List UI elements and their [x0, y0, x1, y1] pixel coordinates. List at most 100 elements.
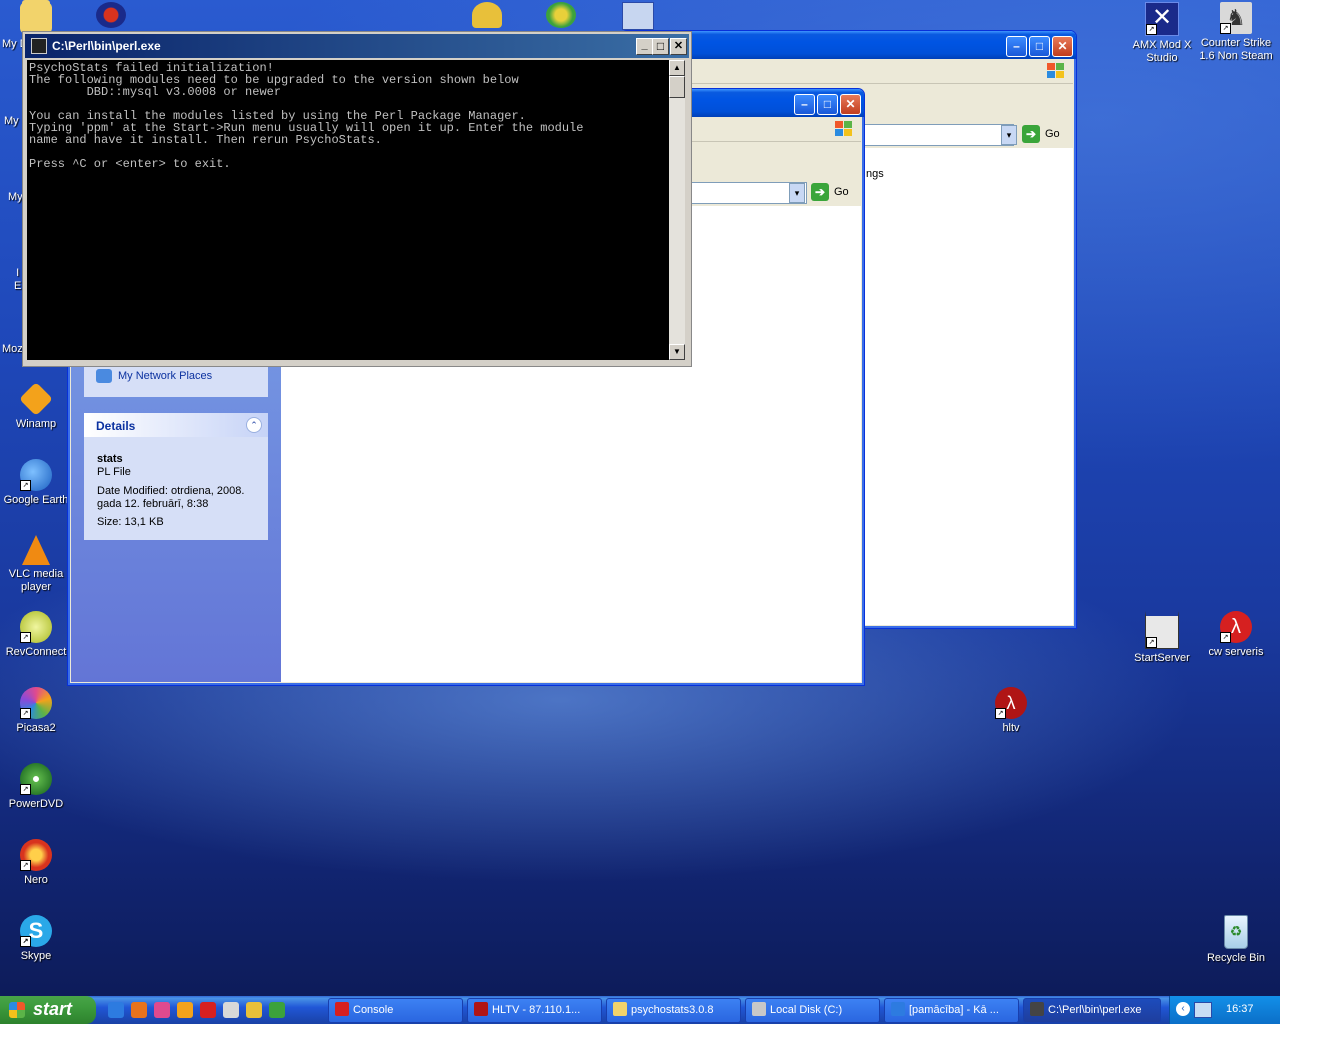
firefox-quicklaunch-icon[interactable] — [131, 1002, 147, 1018]
ie-quicklaunch-icon[interactable] — [108, 1002, 124, 1018]
details-header[interactable]: Details ⌃ — [84, 413, 268, 437]
desktop-icon-top-2[interactable] — [96, 2, 126, 28]
console-titlebar[interactable]: C:\Perl\bin\perl.exe _ □ ✕ — [25, 34, 689, 58]
picasa-icon: ↗ — [20, 687, 52, 719]
desktop-icon-google-earth[interactable]: ↗ Google Earth — [0, 459, 74, 507]
folder-item-label: ngs — [866, 168, 884, 180]
taskbar-button[interactable]: C:\Perl\bin\perl.exe — [1023, 998, 1161, 1023]
my-network-places-link[interactable]: My Network Places — [118, 370, 212, 382]
start-button[interactable]: start — [0, 996, 96, 1024]
desktop-icon-recycle-bin[interactable]: ♻ Recycle Bin — [1198, 915, 1274, 965]
desktop-icon-label: Picasa2 — [16, 722, 56, 734]
desktop-icon-top-4[interactable] — [546, 2, 576, 28]
desktop-icon-label: cw serveris — [1208, 646, 1264, 658]
maximize-button[interactable]: □ — [1029, 36, 1050, 57]
desktop-icon-label: Counter Strike 1.6 Non Steam — [1199, 37, 1273, 62]
collapse-chevron-icon[interactable]: ⌃ — [246, 417, 262, 433]
file-type: PL File — [97, 466, 131, 478]
details-box: Details ⌃ stats PL File Date Modified: o… — [84, 413, 268, 540]
console-line: Press ^C or <enter> to exit. — [29, 157, 231, 171]
taskbar-app-icon — [1030, 1002, 1044, 1016]
media-quicklaunch-icon[interactable] — [223, 1002, 239, 1018]
network-quicklaunch-icon[interactable] — [246, 1002, 262, 1018]
taskbar-button-label: psychostats3.0.8 — [631, 1004, 714, 1016]
console-window-icon — [31, 38, 47, 54]
desktop: My D My My I E Moz Winamp ↗ Google Earth… — [0, 0, 1280, 1024]
file-size: Size: 13,1 KB — [97, 516, 164, 528]
desktop-icon-label: RevConnect — [5, 646, 67, 658]
taskbar-button-label: HLTV - 87.110.1... — [492, 1004, 581, 1016]
desktop-icon-winamp[interactable]: Winamp — [0, 382, 74, 431]
go-arrow-icon[interactable]: ➔ — [1022, 125, 1040, 143]
hltv-icon: λ ↗ — [995, 687, 1027, 719]
desktop-icon-label: AMX Mod X Studio — [1132, 39, 1192, 64]
address-dropdown[interactable]: ▾ — [789, 183, 805, 203]
taskbar-app-icon — [613, 1002, 627, 1016]
desktop-icon-label: Nero — [24, 874, 48, 886]
taskbar-button[interactable]: Local Disk (C:) — [745, 998, 880, 1023]
desktop-icon-label: My — [8, 191, 23, 203]
close-button[interactable]: ✕ — [670, 38, 687, 55]
maximize-button[interactable]: □ — [817, 94, 838, 115]
taskbar-app-icon — [752, 1002, 766, 1016]
taskbar-button-label: Local Disk (C:) — [770, 1004, 843, 1016]
go-button[interactable]: Go — [1045, 128, 1060, 140]
console-line: DBD::mysql v3.0008 or newer — [29, 85, 282, 99]
console-window[interactable]: C:\Perl\bin\perl.exe _ □ ✕ PsychoStats f… — [22, 31, 692, 367]
close-button[interactable]: ✕ — [840, 94, 861, 115]
desktop-icon-hltv[interactable]: λ ↗ hltv — [973, 687, 1049, 735]
desktop-icon-top-3[interactable] — [472, 2, 502, 28]
halflife-quicklaunch-icon[interactable] — [200, 1002, 216, 1018]
scroll-down-button[interactable]: ▼ — [669, 344, 685, 360]
desktop-icon-nero[interactable]: ↗ Nero — [0, 839, 74, 887]
nero-icon: ↗ — [20, 839, 52, 871]
picasa-quicklaunch-icon[interactable] — [154, 1002, 170, 1018]
taskbar-app-icon — [335, 1002, 349, 1016]
desktop-icon-picasa[interactable]: ↗ Picasa2 — [0, 687, 74, 735]
console-line: name and have it install. Then rerun Psy… — [29, 133, 382, 147]
desktop-icon-powerdvd[interactable]: ↗ PowerDVD — [0, 763, 74, 811]
scroll-thumb[interactable] — [669, 76, 685, 98]
maximize-button[interactable]: □ — [652, 38, 669, 55]
desktop-icon-top-1[interactable] — [22, 0, 50, 24]
address-field[interactable] — [864, 124, 1014, 146]
winamp-icon — [19, 382, 53, 416]
taskbar-button[interactable]: HLTV - 87.110.1... — [467, 998, 602, 1023]
desktop-icon-counter-strike[interactable]: ♞ ↗ Counter Strike 1.6 Non Steam — [1198, 2, 1274, 63]
desktop-icon-skype[interactable]: S ↗ Skype — [0, 915, 74, 963]
taskbar-button[interactable]: [pamācība] - Kā ... — [884, 998, 1019, 1023]
desktop-icon-label: Moz — [2, 343, 23, 355]
scroll-up-button[interactable]: ▲ — [669, 60, 685, 76]
file-name: stats — [97, 453, 123, 465]
desktop-icon-startserver[interactable]: ↗ StartServer — [1124, 611, 1200, 665]
desktop-icon-label: Winamp — [15, 418, 57, 430]
desktop-icon-label: Skype — [20, 950, 52, 962]
minimize-button[interactable]: – — [794, 94, 815, 115]
taskbar-button[interactable]: Console — [328, 998, 463, 1023]
clock[interactable]: 16:37 — [1226, 1003, 1254, 1015]
taskbar: start Console HLTV - 87.110.1... psychosta… — [0, 996, 1280, 1024]
winamp-quicklaunch-icon[interactable] — [177, 1002, 193, 1018]
console-scrollbar[interactable]: ▲ ▼ — [669, 60, 685, 360]
desktop-icon-amx-mod-x-studio[interactable]: ✕ ↗ AMX Mod X Studio — [1124, 2, 1200, 65]
desktop-icon-cw-serveris[interactable]: λ ↗ cw serveris — [1198, 611, 1274, 659]
desktop-icon-vlc[interactable]: VLC media player — [0, 535, 74, 594]
recycle-bin-icon: ♻ — [1224, 915, 1248, 949]
address-dropdown[interactable]: ▾ — [1001, 125, 1017, 145]
desktop-icon-top-5[interactable] — [622, 2, 654, 30]
network-tray-icon[interactable] — [1194, 1002, 1212, 1018]
globe-quicklaunch-icon[interactable] — [269, 1002, 285, 1018]
start-label: start — [33, 999, 73, 1019]
details-title: Details — [96, 419, 136, 433]
close-button[interactable]: ✕ — [1052, 36, 1073, 57]
tray-expand-icon[interactable]: ‹ — [1176, 1002, 1190, 1016]
go-button[interactable]: Go — [834, 186, 849, 198]
counter-strike-icon: ♞ ↗ — [1220, 2, 1252, 34]
minimize-button[interactable]: _ — [636, 38, 653, 55]
go-arrow-icon[interactable]: ➔ — [811, 183, 829, 201]
desktop-icon-revconnect[interactable]: ↗ RevConnect — [0, 611, 74, 659]
minimize-button[interactable]: – — [1006, 36, 1027, 57]
file-date-modified: Date Modified: otrdiena, 2008. gada 12. … — [97, 485, 245, 510]
console-output[interactable]: PsychoStats failed initialization! The fo… — [27, 60, 669, 360]
taskbar-button[interactable]: psychostats3.0.8 — [606, 998, 741, 1023]
